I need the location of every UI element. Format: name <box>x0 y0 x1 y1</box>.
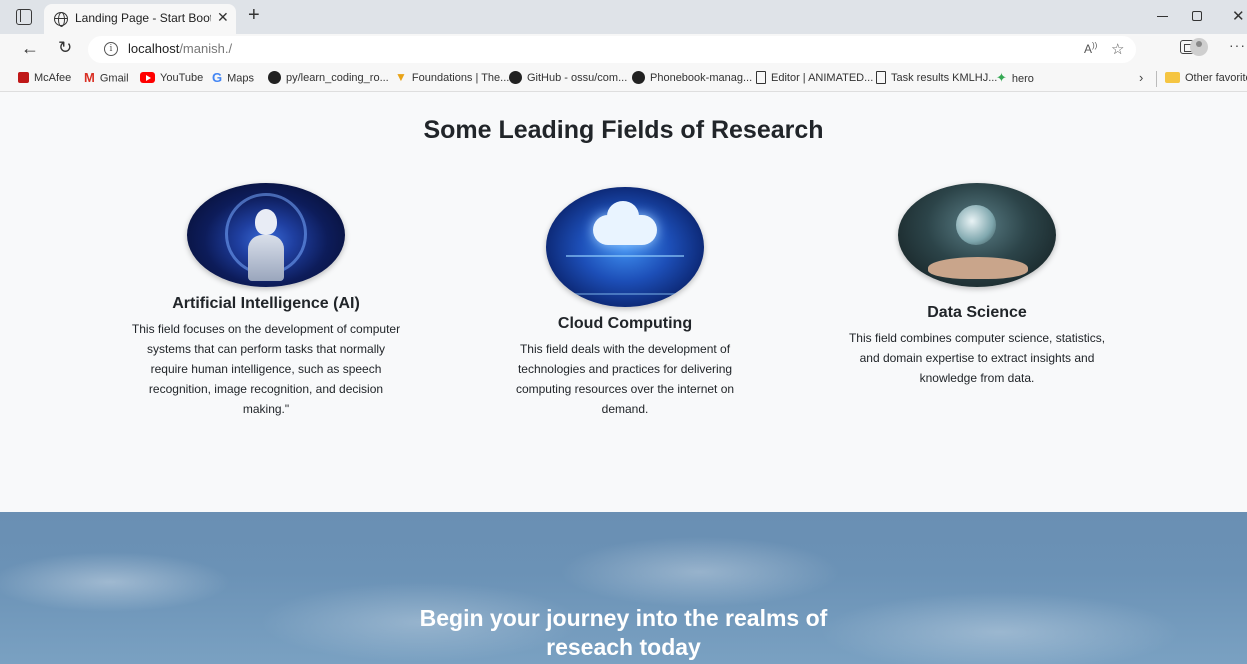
bookmark-label: GitHub - ossu/com... <box>527 72 628 84</box>
close-tab-icon[interactable]: ✕ <box>217 9 229 26</box>
bookmark-learn-coding[interactable]: py/learn_coding_ro... <box>268 70 389 84</box>
feature-title: Data Science <box>927 304 1027 321</box>
cta-line-2: reseach today <box>546 634 701 660</box>
cta-heading: Begin your journey into the realms of re… <box>0 604 1247 662</box>
page-icon <box>876 70 886 84</box>
cta-line-1: Begin your journey into the realms of <box>419 605 828 631</box>
folder-icon <box>1165 71 1180 83</box>
hand-graphic <box>928 257 1028 279</box>
tab-actions-icon[interactable] <box>16 9 32 25</box>
section-title: Some Leading Fields of Research <box>423 116 824 144</box>
browser-tab[interactable]: Landing Page - Start Bootstrap Th ✕ <box>44 4 236 34</box>
url-host: localhost <box>128 41 180 56</box>
bookmark-task-results[interactable]: Task results KMLHJ... <box>876 70 998 84</box>
bookmark-gmail[interactable]: M Gmail <box>84 70 129 85</box>
bookmark-label: Task results KMLHJ... <box>891 72 998 84</box>
bookmark-label: Other favorite <box>1185 72 1247 84</box>
close-window-icon[interactable]: ✕ <box>1232 7 1245 25</box>
github-icon <box>509 70 522 84</box>
bookmark-label: Gmail <box>99 72 129 85</box>
maximize-icon[interactable] <box>1192 11 1202 21</box>
bookmark-youtube[interactable]: YouTube <box>140 71 204 84</box>
cloud-graphic <box>593 201 657 245</box>
chevron-right-icon[interactable]: › <box>1139 70 1143 85</box>
bookmark-label: hero <box>1011 72 1034 85</box>
youtube-icon <box>140 71 155 83</box>
bookmark-label: Foundations | The... <box>411 72 510 84</box>
github-icon <box>632 70 645 84</box>
feature-data-science: Data Science This field combines compute… <box>840 183 1114 388</box>
new-tab-icon[interactable]: + <box>248 4 260 27</box>
bookmark-editor[interactable]: Editor | ANIMATED... <box>756 70 874 84</box>
globe-icon <box>54 12 68 27</box>
profile-avatar[interactable] <box>1190 38 1208 56</box>
tab-title: Landing Page - Start Bootstrap Th <box>75 11 211 25</box>
bookmark-label: Phonebook-manag... <box>650 72 753 84</box>
bookmark-foundations[interactable]: ▼ Foundations | The... <box>395 70 510 85</box>
bookmark-label: py/learn_coding_ro... <box>286 72 389 84</box>
robot-body-graphic <box>248 235 284 281</box>
globe-graphic <box>956 205 996 245</box>
reload-icon[interactable]: ↻ <box>58 38 72 58</box>
bookmark-phonebook[interactable]: Phonebook-manag... <box>632 70 753 84</box>
bookmark-mcafee[interactable]: McAfee <box>18 71 72 84</box>
circuit-lines-graphic <box>566 255 684 295</box>
bookmark-label: Editor | ANIMATED... <box>771 72 874 84</box>
read-aloud-icon[interactable]: A)) <box>1084 41 1097 56</box>
cloud-computing-image <box>546 187 704 307</box>
feature-text: This field deals with the development of… <box>515 342 735 416</box>
back-icon[interactable]: ← <box>21 38 39 59</box>
feature-title: Artificial Intelligence (AI) <box>172 295 360 312</box>
github-icon <box>268 70 281 84</box>
bookmark-github-ossu[interactable]: GitHub - ossu/com... <box>509 70 628 84</box>
feature-cloud: Cloud Computing This field deals with th… <box>491 183 759 419</box>
bookmark-maps[interactable]: G Maps <box>212 70 255 85</box>
info-icon[interactable]: i <box>104 42 118 56</box>
call-to-action-section: Begin your journey into the realms of re… <box>0 512 1247 664</box>
feature-text: This field focuses on the development of… <box>131 322 401 416</box>
bookmark-label: YouTube <box>160 72 204 84</box>
bookmarks-divider <box>1156 71 1157 87</box>
browser-titlebar: Landing Page - Start Bootstrap Th ✕ + ✕ <box>0 0 1247 34</box>
bookmark-label: Maps <box>227 72 255 85</box>
bookmark-other-favorites[interactable]: Other favorite <box>1165 71 1247 84</box>
feature-ai: Artificial Intelligence (AI) This field … <box>130 183 402 419</box>
mcafee-icon <box>18 71 29 83</box>
ai-robot-image <box>187 183 345 287</box>
url-text[interactable]: localhost/manish./ <box>128 41 232 56</box>
bookmark-label: McAfee <box>34 72 72 84</box>
more-menu-icon[interactable]: ··· <box>1229 37 1246 53</box>
gmail-icon: M <box>84 70 95 85</box>
hero-icon: ✦ <box>996 70 1007 85</box>
browser-toolbar: ← ↻ i localhost/manish./ A)) ☆ ··· <box>0 34 1247 66</box>
bookmark-hero[interactable]: ✦ hero <box>996 70 1034 86</box>
minimize-icon[interactable] <box>1157 16 1168 17</box>
robot-head-graphic <box>255 209 277 235</box>
page-icon <box>756 70 766 84</box>
google-maps-icon: G <box>212 70 223 85</box>
bookmarks-bar: McAfee M Gmail YouTube G Maps py/learn_cod… <box>0 66 1247 92</box>
feature-title: Cloud Computing <box>557 315 693 332</box>
feature-text: This field combines computer science, st… <box>848 331 1106 385</box>
data-science-image <box>898 183 1056 287</box>
favorite-star-icon[interactable]: ☆ <box>1111 40 1124 58</box>
url-path: /manish./ <box>179 41 233 56</box>
address-bar[interactable]: i localhost/manish./ A)) ☆ <box>88 36 1136 63</box>
foundations-icon: ▼ <box>395 70 407 85</box>
